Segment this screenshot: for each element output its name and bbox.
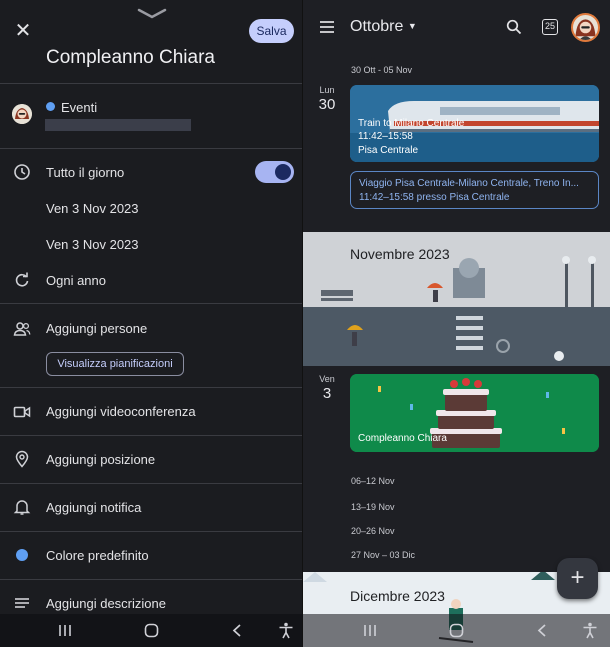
people-icon (13, 322, 31, 336)
day-number[interactable]: 30 (312, 96, 342, 113)
videocam-icon (13, 406, 31, 418)
divider (0, 483, 302, 484)
day-name: Ven (319, 374, 335, 384)
event-card-trip[interactable]: Viaggio Pisa Centrale-Milano Centrale, T… (350, 171, 599, 209)
divider (0, 435, 302, 436)
divider (0, 387, 302, 388)
color-swatch-icon (16, 549, 28, 561)
add-description[interactable]: Aggiungi descrizione (46, 596, 166, 611)
schedule-panel: Ottobre ▼ 25 30 Ott - 05 Nov Lun 30 Trai… (303, 0, 610, 647)
event-editor-panel: ✕ Salva Compleanno Chiara Eventi Tutto i… (0, 0, 302, 647)
account-avatar[interactable] (571, 13, 600, 42)
close-icon[interactable]: ✕ (12, 20, 34, 42)
event-time: 11:42–15:58 (358, 131, 413, 142)
add-notification[interactable]: Aggiungi notifica (46, 500, 141, 515)
event-title: Compleanno Chiara (358, 433, 447, 444)
divider (0, 303, 302, 304)
repeat-option[interactable]: Ogni anno (46, 273, 106, 288)
event-title: Train to Milano Centrale (358, 118, 465, 129)
add-people-field[interactable]: Aggiungi persone (46, 321, 147, 336)
recent-apps-icon[interactable] (363, 624, 377, 637)
event-card-birthday[interactable]: Compleanno Chiara (350, 374, 599, 452)
week-range: 27 Nov – 03 Dic (351, 550, 416, 560)
account-avatar (12, 104, 32, 124)
all-day-label: Tutto il giorno (46, 165, 125, 180)
menu-icon[interactable] (319, 20, 335, 34)
back-icon[interactable] (536, 623, 548, 638)
divider (0, 148, 302, 149)
end-date[interactable]: Ven 3 Nov 2023 (46, 237, 139, 252)
system-nav-bar (303, 614, 610, 647)
divider (0, 83, 302, 84)
bell-icon (13, 500, 31, 515)
today-button[interactable]: 25 (542, 19, 558, 35)
app-bar: Ottobre ▼ 25 (303, 0, 610, 56)
accessibility-icon[interactable] (582, 622, 598, 639)
search-icon[interactable] (506, 19, 522, 35)
toggle-knob (275, 164, 291, 180)
event-title-input[interactable]: Compleanno Chiara (46, 47, 215, 69)
notes-icon (15, 598, 29, 608)
color-option[interactable]: Colore predefinito (46, 548, 149, 563)
account-email-redacted (45, 119, 191, 131)
week-range: 30 Ott - 05 Nov (351, 65, 413, 75)
month-banner-title: Novembre 2023 (350, 246, 450, 262)
calendar-name[interactable]: Eventi (61, 100, 97, 115)
accessibility-icon[interactable] (278, 622, 294, 639)
system-nav-bar (0, 614, 302, 647)
event-location: Pisa Centrale (358, 145, 419, 156)
start-date[interactable]: Ven 3 Nov 2023 (46, 201, 139, 216)
today-date: 25 (544, 21, 555, 31)
week-range: 13–19 Nov (351, 502, 395, 512)
event-card-train[interactable]: Train to Milano Centrale 11:42–15:58 Pis… (350, 85, 599, 162)
week-range: 20–26 Nov (351, 526, 395, 536)
home-icon[interactable] (144, 623, 159, 638)
dropdown-arrow-icon: ▼ (407, 21, 417, 31)
clock-icon (14, 164, 30, 180)
repeat-icon (15, 272, 29, 287)
month-label: Ottobre (350, 18, 404, 35)
divider (0, 531, 302, 532)
month-selector[interactable]: Ottobre ▼ (350, 18, 417, 36)
plus-icon: + (570, 564, 585, 591)
location-pin-icon (15, 450, 29, 468)
back-icon[interactable] (231, 623, 243, 638)
day-number[interactable]: 3 (312, 385, 342, 402)
create-event-button[interactable]: + (557, 558, 598, 599)
home-icon[interactable] (449, 623, 464, 638)
add-video-conference[interactable]: Aggiungi videoconferenza (46, 404, 196, 419)
collapse-handle-icon[interactable] (137, 6, 167, 20)
month-banner-november: Novembre 2023 (303, 232, 610, 366)
month-banner-title: Dicembre 2023 (350, 588, 445, 604)
calendar-color-dot (46, 102, 55, 111)
view-schedules-button[interactable]: Visualizza pianificazioni (46, 352, 184, 376)
event-detail: 11:42–15:58 presso Pisa Centrale (359, 192, 510, 203)
add-location-field[interactable]: Aggiungi posizione (46, 452, 155, 467)
recent-apps-icon[interactable] (58, 624, 72, 637)
event-title: Viaggio Pisa Centrale-Milano Centrale, T… (359, 178, 579, 189)
week-range: 06–12 Nov (351, 476, 395, 486)
divider (0, 579, 302, 580)
day-name: Lun (319, 85, 335, 95)
save-button[interactable]: Salva (249, 19, 294, 43)
all-day-toggle[interactable] (255, 161, 294, 183)
